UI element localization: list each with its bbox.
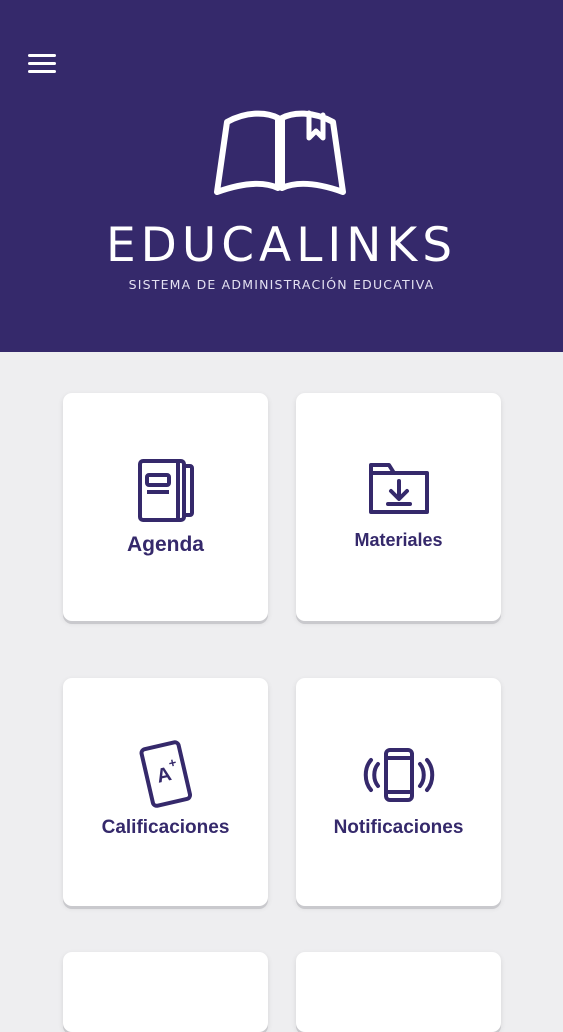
- open-book-bookmark-icon: [214, 110, 346, 195]
- agenda-tile[interactable]: Agenda: [63, 393, 268, 621]
- agenda-label: Agenda: [126, 533, 204, 556]
- phone-vibrate-icon: [363, 748, 434, 802]
- agenda-notebook-icon: [137, 459, 194, 522]
- folder-download-icon: [368, 463, 429, 514]
- brand-name: EDUCALINKS: [105, 218, 458, 273]
- tile-partial-right[interactable]: [296, 952, 501, 1032]
- grade-card-a-plus-icon: A +: [139, 740, 192, 808]
- tile-partial-left[interactable]: [63, 952, 268, 1032]
- calificaciones-label: Calificaciones: [101, 817, 230, 838]
- calificaciones-tile[interactable]: A + Calificaciones: [63, 678, 268, 906]
- app-header: EDUCALINKS SISTEMA DE ADMINISTRACIÓN EDU…: [0, 0, 563, 352]
- brand-tagline: SISTEMA DE ADMINISTRACIÓN EDUCATIVA: [128, 277, 435, 292]
- materiales-tile[interactable]: Materiales: [296, 393, 501, 621]
- hamburger-menu-icon[interactable]: [24, 46, 60, 80]
- notificaciones-tile[interactable]: Notificaciones: [296, 678, 501, 906]
- notificaciones-label: Notificaciones: [333, 817, 464, 838]
- materiales-label: Materiales: [354, 530, 443, 550]
